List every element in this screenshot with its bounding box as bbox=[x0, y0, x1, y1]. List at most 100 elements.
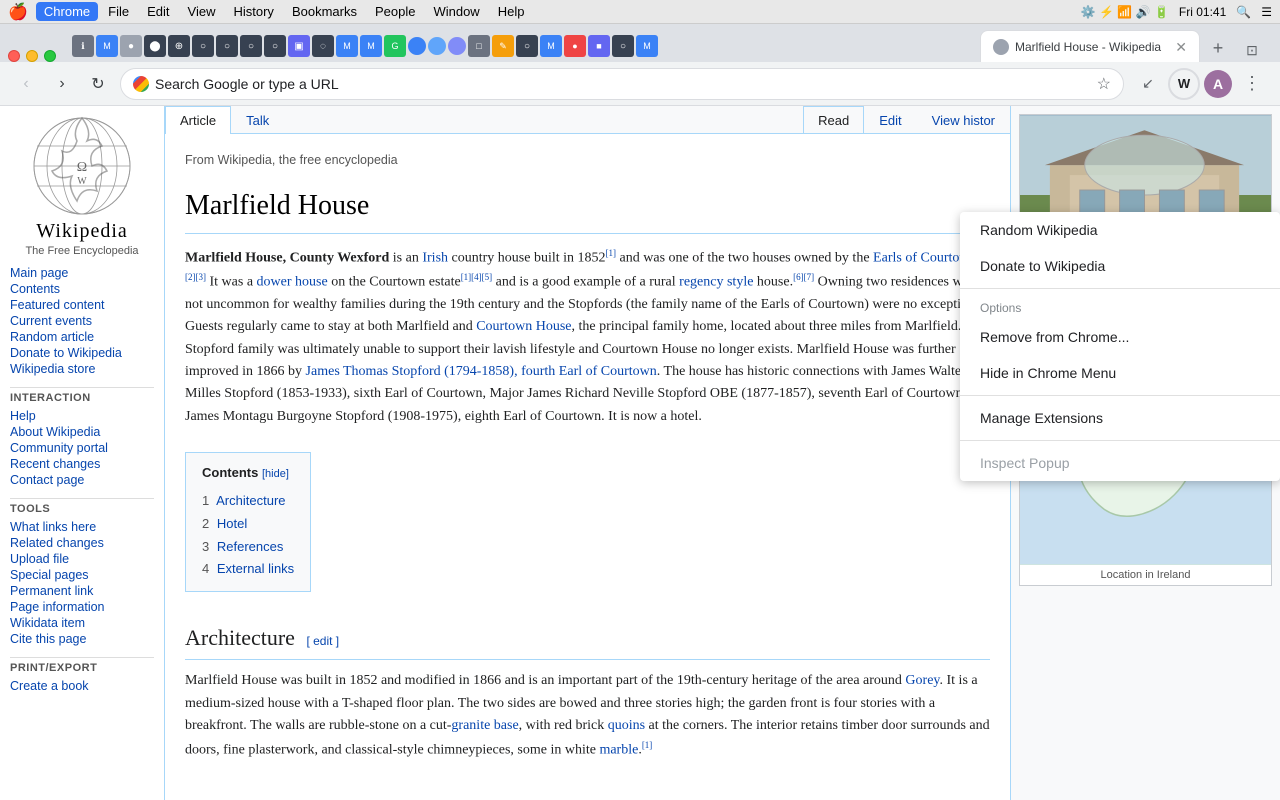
ext-icon-12[interactable]: M bbox=[336, 35, 358, 57]
forward-button[interactable]: › bbox=[48, 70, 76, 98]
ext-icon-14[interactable]: G bbox=[384, 35, 406, 57]
link-marble[interactable]: marble bbox=[599, 742, 638, 757]
minimize-window-button[interactable] bbox=[26, 50, 38, 62]
contents-link-architecture[interactable]: Architecture bbox=[216, 493, 285, 508]
link-james-stopford[interactable]: James Thomas Stopford (1794-1858), fourt… bbox=[306, 364, 657, 379]
new-tab-button[interactable]: + bbox=[1204, 34, 1232, 62]
sidebar-link-about[interactable]: About Wikipedia bbox=[10, 424, 154, 440]
popup-remove-chrome[interactable]: Remove from Chrome... bbox=[960, 319, 1280, 355]
sup-1-4-5[interactable]: [1][4][5] bbox=[461, 272, 492, 282]
popup-manage-extensions[interactable]: Manage Extensions bbox=[960, 400, 1280, 436]
ext-icon-20[interactable]: ○ bbox=[516, 35, 538, 57]
ext-icon-11[interactable]: ◌ bbox=[312, 35, 334, 57]
ext-icon-19[interactable]: ✎ bbox=[492, 35, 514, 57]
downloads-button[interactable]: ↙ bbox=[1132, 68, 1164, 100]
sidebar-link-upload[interactable]: Upload file bbox=[10, 551, 154, 567]
back-button[interactable]: ‹ bbox=[12, 70, 40, 98]
sidebar-link-related[interactable]: Related changes bbox=[10, 535, 154, 551]
sidebar-link-current[interactable]: Current events bbox=[10, 313, 154, 329]
sup-arch-1[interactable]: [1] bbox=[642, 740, 653, 750]
menubar-bookmarks[interactable]: Bookmarks bbox=[284, 2, 365, 21]
ext-icon-15[interactable] bbox=[408, 37, 426, 55]
tab-edit[interactable]: Edit bbox=[864, 106, 916, 134]
contents-hide-button[interactable]: [hide] bbox=[262, 468, 289, 480]
menubar-help[interactable]: Help bbox=[490, 2, 533, 21]
menubar-file[interactable]: File bbox=[100, 2, 137, 21]
contents-link-external[interactable]: External links bbox=[217, 561, 294, 576]
link-dower-house[interactable]: dower house bbox=[257, 275, 328, 290]
popup-donate-wikipedia[interactable]: Donate to Wikipedia bbox=[960, 248, 1280, 284]
link-gorey[interactable]: Gorey bbox=[905, 673, 939, 688]
sup-1[interactable]: [1] bbox=[606, 248, 617, 258]
ext-icon-21[interactable]: M bbox=[540, 35, 562, 57]
chrome-menu-button[interactable]: ⋮ bbox=[1236, 68, 1268, 100]
sidebar-link-community[interactable]: Community portal bbox=[10, 440, 154, 456]
close-window-button[interactable] bbox=[8, 50, 20, 62]
ext-icon-5[interactable]: ⊕ bbox=[168, 35, 190, 57]
tab-search-button[interactable]: ⊡ bbox=[1240, 38, 1264, 62]
ext-icon-9[interactable]: ○ bbox=[264, 35, 286, 57]
active-tab[interactable]: Marlfield House - Wikipedia ✕ bbox=[980, 30, 1200, 62]
ext-icon-16[interactable] bbox=[428, 37, 446, 55]
ext-icon-1[interactable]: ℹ bbox=[72, 35, 94, 57]
tab-talk[interactable]: Talk bbox=[231, 106, 284, 134]
maximize-window-button[interactable] bbox=[44, 50, 56, 62]
ext-icon-13[interactable]: M bbox=[360, 35, 382, 57]
sidebar-link-help[interactable]: Help bbox=[10, 408, 154, 424]
ext-icon-22[interactable]: ● bbox=[564, 35, 586, 57]
menubar-list-icon[interactable]: ☰ bbox=[1261, 5, 1272, 19]
sidebar-link-special[interactable]: Special pages bbox=[10, 567, 154, 583]
ext-icon-7[interactable]: ○ bbox=[216, 35, 238, 57]
sidebar-link-pageinfo[interactable]: Page information bbox=[10, 599, 154, 615]
menubar-edit[interactable]: Edit bbox=[139, 2, 177, 21]
menubar-chrome[interactable]: Chrome bbox=[36, 2, 98, 21]
menubar-people[interactable]: People bbox=[367, 2, 423, 21]
popup-random-wikipedia[interactable]: Random Wikipedia bbox=[960, 212, 1280, 248]
ext-icon-2[interactable]: M bbox=[96, 35, 118, 57]
menubar-window[interactable]: Window bbox=[425, 2, 487, 21]
bookmark-star-icon[interactable]: ☆ bbox=[1097, 74, 1111, 94]
sidebar-link-createbook[interactable]: Create a book bbox=[10, 678, 154, 694]
menubar-history[interactable]: History bbox=[225, 2, 281, 21]
sidebar-link-random[interactable]: Random article bbox=[10, 329, 154, 345]
link-regency-style[interactable]: regency style bbox=[679, 275, 753, 290]
sidebar-link-whatlinks[interactable]: What links here bbox=[10, 519, 154, 535]
architecture-edit-button[interactable]: [ edit ] bbox=[306, 634, 339, 648]
ext-icon-23[interactable]: ■ bbox=[588, 35, 610, 57]
sidebar-link-contents[interactable]: Contents bbox=[10, 281, 154, 297]
sidebar-link-donate[interactable]: Donate to Wikipedia bbox=[10, 345, 154, 361]
link-irish[interactable]: Irish bbox=[422, 250, 448, 265]
sidebar-link-recent[interactable]: Recent changes bbox=[10, 456, 154, 472]
tab-read[interactable]: Read bbox=[803, 106, 864, 134]
ext-icon-24[interactable]: ○ bbox=[612, 35, 634, 57]
ext-icon-17[interactable] bbox=[448, 37, 466, 55]
ext-icon-6[interactable]: ○ bbox=[192, 35, 214, 57]
sidebar-link-contact[interactable]: Contact page bbox=[10, 472, 154, 488]
link-quoins[interactable]: quoins bbox=[608, 718, 645, 733]
contents-link-hotel[interactable]: Hotel bbox=[217, 516, 247, 531]
address-bar[interactable]: Search Google or type a URL ☆ bbox=[120, 68, 1124, 100]
ext-icon-25[interactable]: M bbox=[636, 35, 658, 57]
sidebar-link-cite[interactable]: Cite this page bbox=[10, 631, 154, 647]
apple-menu-icon[interactable]: 🍎 bbox=[8, 2, 28, 22]
sidebar-link-featured[interactable]: Featured content bbox=[10, 297, 154, 313]
tab-article[interactable]: Article bbox=[165, 106, 231, 134]
contents-link-references[interactable]: References bbox=[217, 539, 283, 554]
tab-view-history[interactable]: View histor bbox=[917, 106, 1010, 134]
sidebar-link-permanent[interactable]: Permanent link bbox=[10, 583, 154, 599]
ext-icon-4[interactable]: ⬤ bbox=[144, 35, 166, 57]
link-granite-base[interactable]: granite base bbox=[451, 718, 518, 733]
profile-button[interactable]: A bbox=[1204, 70, 1232, 98]
ext-icon-10[interactable]: ▣ bbox=[288, 35, 310, 57]
sidebar-link-wikidata[interactable]: Wikidata item bbox=[10, 615, 154, 631]
popup-hide-menu[interactable]: Hide in Chrome Menu bbox=[960, 355, 1280, 391]
wikipedia-extension-button[interactable]: W bbox=[1168, 68, 1200, 100]
ext-icon-18[interactable]: □ bbox=[468, 35, 490, 57]
tab-close-button[interactable]: ✕ bbox=[1175, 40, 1187, 54]
link-courtown-house[interactable]: Courtown House bbox=[476, 319, 571, 334]
sidebar-link-store[interactable]: Wikipedia store bbox=[10, 361, 154, 377]
ext-icon-8[interactable]: ○ bbox=[240, 35, 262, 57]
sidebar-link-main-page[interactable]: Main page bbox=[10, 265, 154, 281]
ext-icon-3[interactable]: ● bbox=[120, 35, 142, 57]
menubar-search-icon[interactable]: 🔍 bbox=[1236, 5, 1251, 19]
